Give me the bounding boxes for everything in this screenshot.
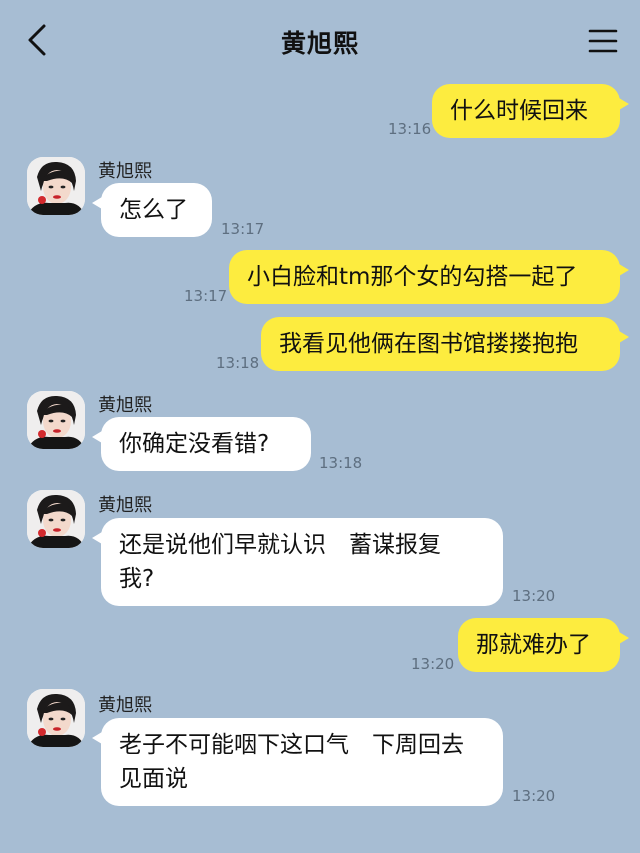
chat-title: 黄旭熙 — [280, 29, 359, 58]
message-time: 13:18 — [319, 454, 363, 472]
message-line: 见面说 — [119, 766, 188, 792]
message-time: 13:17 — [221, 220, 265, 238]
contact-avatar[interactable] — [27, 157, 85, 215]
message-bubble-sent[interactable]: 那就难办了 — [458, 618, 629, 672]
avatar-portrait-icon — [27, 157, 85, 215]
contact-avatar[interactable] — [27, 391, 85, 449]
contact-avatar[interactable] — [27, 490, 85, 548]
message-line: 老子不可能咽下这口气 下周回去 — [119, 732, 464, 758]
avatar-portrait-icon — [27, 391, 85, 449]
contact-avatar[interactable] — [27, 689, 85, 747]
message-time: 13:20 — [411, 655, 455, 673]
sender-name: 黄旭熙 — [98, 495, 152, 516]
menu-button[interactable] — [586, 26, 620, 56]
sender-name: 黄旭熙 — [98, 395, 152, 416]
avatar-portrait-icon — [27, 689, 85, 747]
message-bubble-sent[interactable]: 小白脸和tm那个女的勾搭一起了 — [229, 250, 629, 304]
message-bubble-received[interactable]: 还是说他们早就认识 蓄谋报复 我? — [92, 518, 503, 606]
sender-name: 黄旭熙 — [98, 695, 152, 716]
chat-header: 黄旭熙 — [0, 0, 640, 80]
message-time: 13:20 — [512, 587, 556, 605]
message-line: 还是说他们早就认识 蓄谋报复 — [119, 532, 441, 558]
message-bubble-received[interactable]: 老子不可能咽下这口气 下周回去 见面说 — [92, 718, 503, 806]
hamburger-menu-icon — [588, 29, 618, 53]
sender-name: 黄旭熙 — [98, 161, 152, 182]
message-time: 13:16 — [388, 120, 432, 138]
message-time: 13:17 — [184, 287, 228, 305]
message-time: 13:18 — [216, 354, 260, 372]
message-bubble-received[interactable]: 你确定没看错? — [92, 417, 311, 471]
message-bubble-sent[interactable]: 什么时候回来 — [432, 84, 629, 138]
message-bubble-sent[interactable]: 我看见他俩在图书馆搂搂抱抱 — [261, 317, 629, 371]
message-time: 13:20 — [512, 787, 556, 805]
message-line: 我? — [119, 566, 155, 592]
message-bubble-received[interactable]: 怎么了 — [92, 183, 212, 237]
avatar-portrait-icon — [27, 490, 85, 548]
